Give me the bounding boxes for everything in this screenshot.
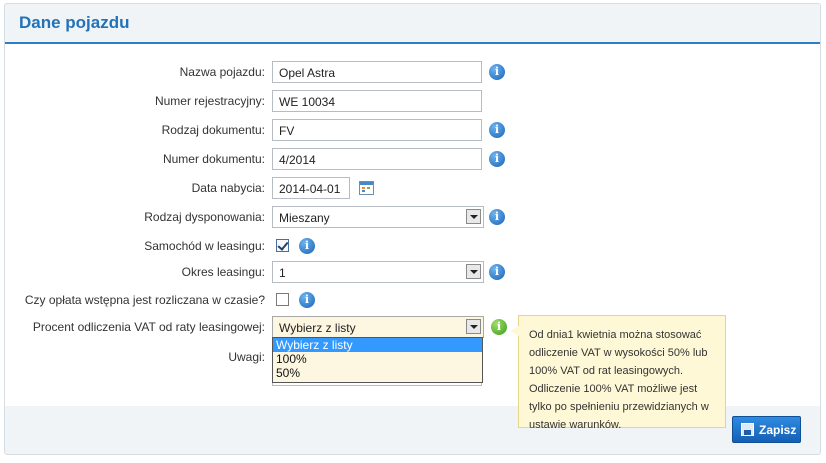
info-icon[interactable]: i xyxy=(489,64,505,80)
calendar-icon[interactable] xyxy=(359,181,374,195)
leasing-period-select[interactable]: 1 xyxy=(272,261,484,283)
vat-percent-label: Procent odliczenia VAT od raty leasingow… xyxy=(32,320,265,334)
panel-header: Dane pojazdu xyxy=(5,4,820,44)
registration-label: Numer rejestracyjny: xyxy=(154,94,265,108)
row-vehicle-name: Nazwa pojazdu: Opel Astra i xyxy=(5,61,822,85)
chevron-down-icon[interactable] xyxy=(466,264,481,279)
vehicle-name-label: Nazwa pojazdu: xyxy=(179,65,265,79)
vat-percent-select[interactable]: Wybierz z listy xyxy=(272,316,484,338)
row-leasing-period: Okres leasingu: 1 i xyxy=(5,261,822,285)
chevron-down-icon[interactable] xyxy=(466,319,481,334)
dropdown-option[interactable]: 100% xyxy=(273,352,482,366)
chevron-down-icon[interactable] xyxy=(466,209,481,224)
disposal-type-label: Rodzaj dysponowania: xyxy=(144,210,265,224)
row-doc-number: Numer dokumentu: 4/2014 i xyxy=(5,148,822,172)
registration-input[interactable]: WE 10034 xyxy=(272,90,482,112)
vat-percent-dropdown-list: Wybierz z listy 100% 50% xyxy=(272,337,483,383)
initial-fee-checkbox[interactable] xyxy=(276,293,289,306)
vehicle-name-input[interactable]: Opel Astra xyxy=(272,61,482,83)
vat-info-tooltip: Od dnia1 kwietnia można stosować odlicze… xyxy=(510,315,726,431)
leasing-period-label: Okres leasingu: xyxy=(181,265,265,279)
dropdown-option[interactable]: 50% xyxy=(273,366,482,380)
purchase-date-label: Data nabycia: xyxy=(191,181,265,195)
save-icon xyxy=(741,423,754,436)
vat-percent-value: Wybierz z listy xyxy=(279,321,356,335)
row-purchase-date: Data nabycia: 2014-04-01 xyxy=(5,177,822,201)
purchase-date-input[interactable]: 2014-04-01 xyxy=(272,177,350,199)
row-registration: Numer rejestracyjny: WE 10034 xyxy=(5,90,822,114)
initial-fee-label: Czy opłata wstępna jest rozliczana w cza… xyxy=(24,293,265,307)
disposal-type-select[interactable]: Mieszany xyxy=(272,206,484,228)
doc-number-label: Numer dokumentu: xyxy=(162,152,265,166)
doc-type-label: Rodzaj dokumentu: xyxy=(161,123,265,137)
disposal-type-value: Mieszany xyxy=(279,211,330,225)
notes-label: Uwagi: xyxy=(228,350,265,364)
doc-type-input[interactable]: FV xyxy=(272,119,482,141)
leasing-period-value: 1 xyxy=(279,266,286,280)
info-icon[interactable]: i xyxy=(489,151,505,167)
info-icon[interactable]: i xyxy=(299,292,315,308)
info-icon[interactable]: i xyxy=(489,264,505,280)
row-disposal-type: Rodzaj dysponowania: Mieszany i xyxy=(5,206,822,230)
row-leasing: Samochód w leasingu: i xyxy=(5,235,822,259)
leasing-checkbox[interactable] xyxy=(276,239,289,252)
row-initial-fee: Czy opłata wstępna jest rozliczana w cza… xyxy=(5,289,822,313)
info-icon[interactable]: i xyxy=(299,238,315,254)
dropdown-option[interactable]: Wybierz z listy xyxy=(273,338,482,352)
doc-number-input[interactable]: 4/2014 xyxy=(272,148,482,170)
leasing-label: Samochód w leasingu: xyxy=(144,239,265,253)
save-button[interactable]: Zapisz xyxy=(732,416,801,443)
row-doc-type: Rodzaj dokumentu: FV i xyxy=(5,119,822,143)
save-button-label: Zapisz xyxy=(759,423,797,437)
info-icon[interactable]: i xyxy=(489,122,505,138)
info-icon[interactable]: i xyxy=(489,209,505,225)
info-icon[interactable]: i xyxy=(491,319,507,335)
panel-title: Dane pojazdu xyxy=(19,13,130,32)
